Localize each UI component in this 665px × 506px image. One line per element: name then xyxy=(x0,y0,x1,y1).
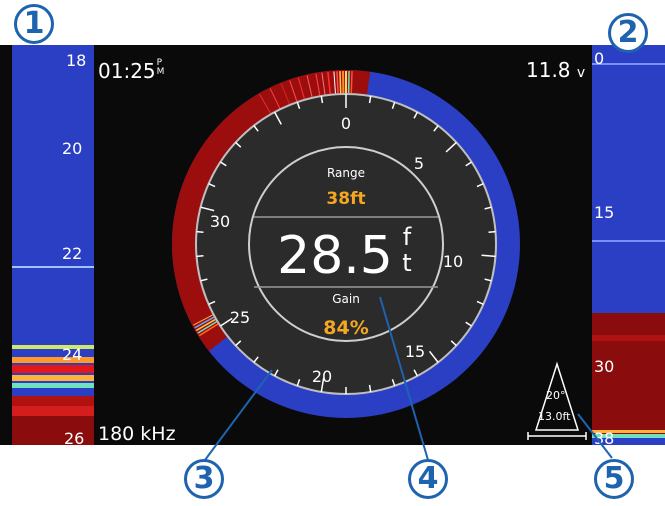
flasher-streak xyxy=(350,71,353,94)
left-scale-18: 18 xyxy=(66,51,87,70)
dial-tick-5: 5 xyxy=(414,154,424,173)
range-value: 38ft xyxy=(326,189,365,209)
flasher-dial: 0 5 10 15 20 25 30 Range 38ft 28.5 f t G… xyxy=(172,70,520,418)
dial-tick-25: 25 xyxy=(230,308,250,327)
gain-value: 84% xyxy=(323,317,368,339)
callout-2: 2 xyxy=(608,13,648,53)
transducer-depth: 13.0ft xyxy=(538,410,571,423)
left-scale-24: 24 xyxy=(62,345,83,364)
sonar-display: 18 20 22 24 26 01:25PM 11.8 v 180 kHz 0 … xyxy=(0,45,665,445)
time-display: 01:25PM xyxy=(98,59,166,84)
callout-3: 3 xyxy=(184,459,224,499)
dial-tick-mark xyxy=(488,230,496,233)
depth-unit-bottom: t xyxy=(402,249,411,277)
dial-tick-10: 10 xyxy=(443,252,463,271)
left-scale-20: 20 xyxy=(62,139,83,158)
right-scale-30: 30 xyxy=(594,357,615,376)
dial-tick-mark xyxy=(196,230,204,233)
flasher-streak xyxy=(339,71,342,94)
right-sonar-history xyxy=(592,45,665,445)
right-scale-15: 15 xyxy=(594,203,615,222)
callout-1: 1 xyxy=(14,4,54,44)
depth-unit-top: f xyxy=(403,223,412,251)
callout-5: 5 xyxy=(594,459,634,499)
dial-tick-15: 15 xyxy=(405,342,425,361)
dial-tick-mark xyxy=(196,255,204,258)
dial-tick-30: 30 xyxy=(210,212,230,231)
left-scale-22: 22 xyxy=(62,244,83,263)
depth-value: 28.5 xyxy=(277,226,393,286)
voltage-unit: v xyxy=(576,65,586,81)
beam-angle: 20° xyxy=(546,389,566,402)
time-value: 01:25 xyxy=(98,59,156,83)
gain-label: Gain xyxy=(332,292,360,306)
left-scale-26: 26 xyxy=(64,429,85,445)
dial-tick-20: 20 xyxy=(312,367,332,386)
dial-tick-0: 0 xyxy=(341,114,351,133)
range-label: Range xyxy=(327,166,365,180)
right-scale-0: 0 xyxy=(594,49,605,68)
right-scale-38: 38 xyxy=(594,429,615,445)
callout-4: 4 xyxy=(408,459,448,499)
